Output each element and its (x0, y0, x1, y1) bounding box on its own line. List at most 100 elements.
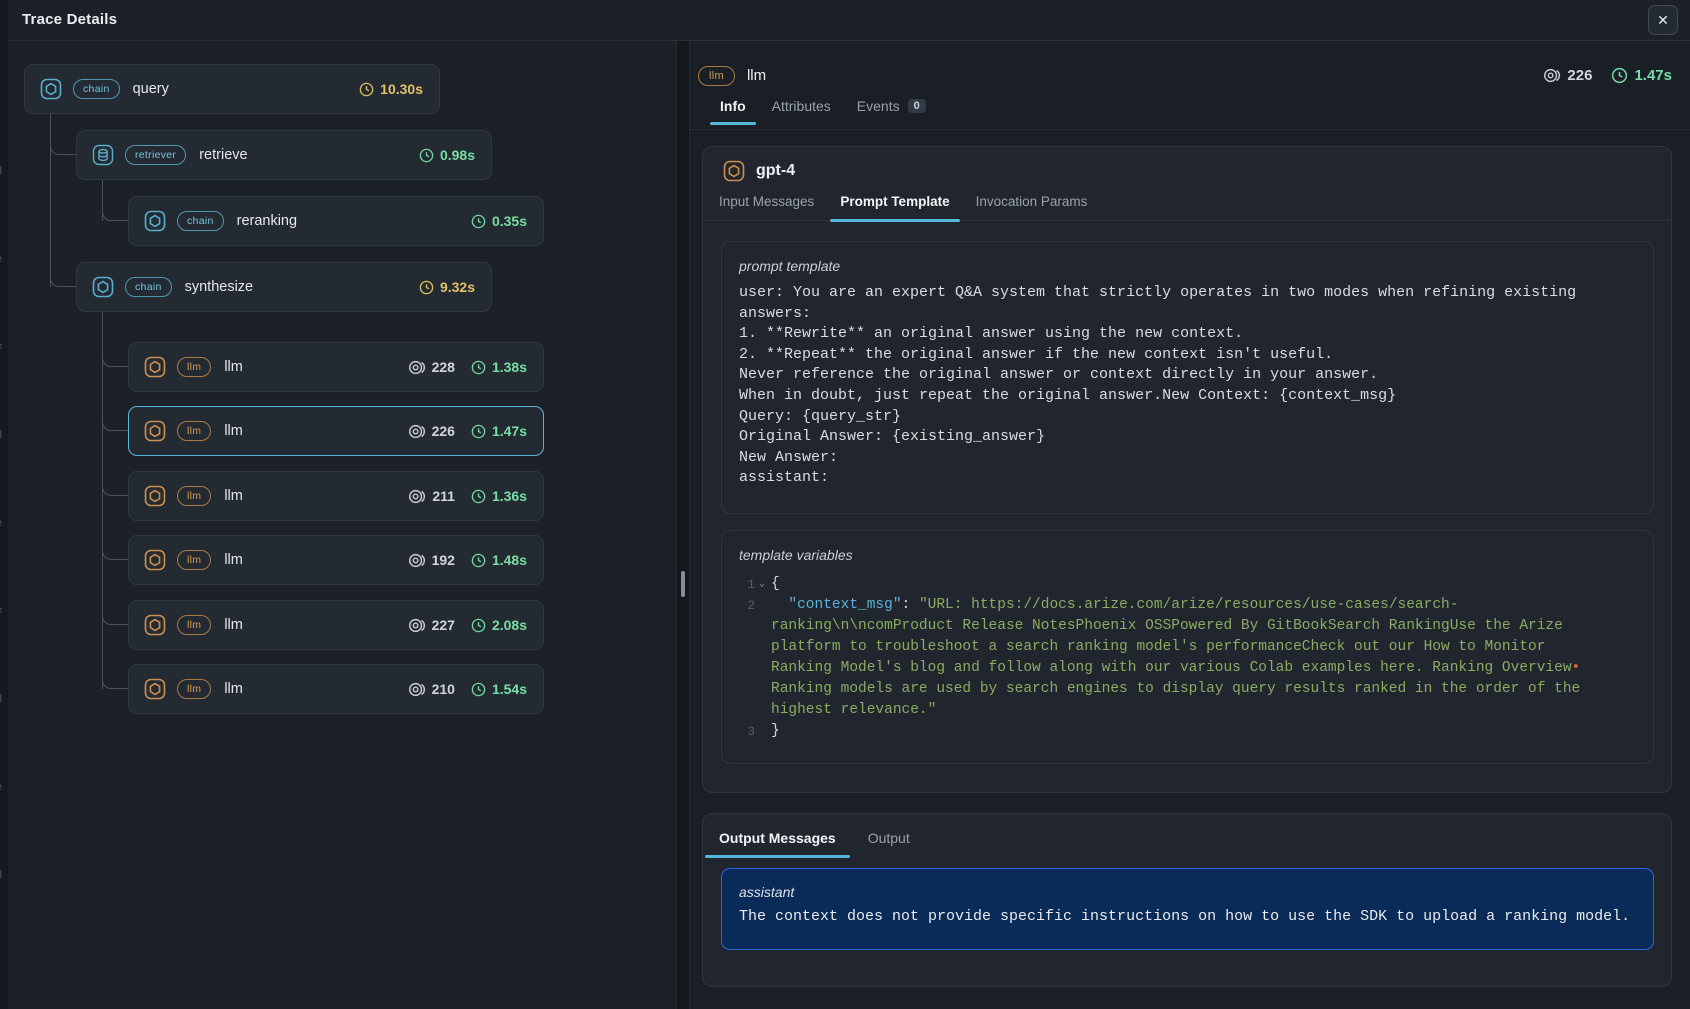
prompt-template-text: user: You are an expert Q&A system that … (739, 283, 1636, 489)
clock-icon (418, 147, 435, 164)
hexagon-icon (40, 78, 62, 100)
template-variables-label: template variables (739, 547, 1636, 563)
tree-connector (50, 99, 51, 287)
span-kind-chip: llm (177, 679, 211, 699)
span-kind-icon (144, 356, 166, 378)
span-detail-content: gpt-4 Input Messages Prompt Template Inv… (690, 130, 1690, 987)
token-icon (408, 551, 427, 570)
span-name: llm (224, 617, 243, 633)
duration: 1.54s (470, 681, 527, 698)
close-button[interactable]: ✕ (1648, 5, 1678, 35)
prompt-template-box: prompt template user: You are an expert … (721, 241, 1654, 514)
token-icon (408, 680, 427, 699)
duration: 1.47s (1610, 66, 1672, 85)
span-kind-chip: llm (177, 486, 211, 506)
page-title: Trace Details (22, 11, 117, 28)
span-name: reranking (237, 213, 297, 229)
span-kind-icon (92, 276, 114, 298)
tab-attributes[interactable]: Attributes (772, 98, 831, 123)
duration: 1.36s (470, 488, 527, 505)
tab-events[interactable]: Events 0 (857, 98, 926, 123)
clock-icon (358, 81, 375, 98)
span-detail-header: llm llm 226 1.47s (690, 41, 1690, 98)
hexagon-icon (144, 420, 166, 442)
panel-resize-divider[interactable] (676, 41, 690, 1009)
template-variables-code[interactable]: 1⌄{2 "context_msg": "URL: https://docs.a… (739, 574, 1636, 742)
duration: 2.08s (470, 617, 527, 634)
hexagon-icon (144, 678, 166, 700)
trace-tree-row[interactable]: chain query 10.30s (24, 64, 440, 114)
resize-handle[interactable] (681, 571, 685, 597)
token-count: 226 (1543, 66, 1592, 85)
tab-prompt-template[interactable]: Prompt Template (840, 194, 949, 220)
trace-tree-row[interactable]: llm llm 192 1.48s (128, 535, 544, 585)
trace-tree-row[interactable]: chain synthesize 9.32s (76, 262, 492, 312)
duration: 1.48s (470, 552, 527, 569)
clock-icon (418, 279, 435, 296)
output-tabs: Output Messages Output (703, 814, 1671, 856)
hexagon-icon (92, 276, 114, 298)
database-icon (92, 144, 114, 166)
message-text: The context does not provide specific in… (739, 908, 1636, 925)
message-role: assistant (739, 884, 1636, 900)
trace-tree-row[interactable]: llm llm 226 1.47s (128, 406, 544, 456)
tab-info[interactable]: Info (720, 98, 746, 123)
span-kind-icon (144, 420, 166, 442)
trace-details-window: de≡de≡ded Trace Details ✕ (0, 0, 1690, 1009)
token-count: 210 (408, 680, 455, 699)
tab-input-messages[interactable]: Input Messages (719, 194, 814, 220)
span-kind-icon (144, 549, 166, 571)
clock-icon (470, 681, 487, 698)
tab-output[interactable]: Output (868, 830, 910, 856)
events-count-badge: 0 (908, 99, 926, 113)
duration: 1.47s (470, 423, 527, 440)
tab-events-label: Events (857, 98, 900, 114)
span-kind-icon (40, 78, 62, 100)
span-kind-icon (144, 485, 166, 507)
token-count: 211 (408, 487, 455, 506)
span-name: llm (747, 67, 766, 84)
drawer-header: Trace Details ✕ (8, 0, 1690, 41)
token-icon (408, 487, 427, 506)
span-detail-tabs: Info Attributes Events 0 (690, 98, 1690, 130)
span-name: llm (224, 423, 243, 439)
span-name: llm (224, 552, 243, 568)
duration: 0.98s (418, 147, 475, 164)
span-kind-chip: llm (177, 615, 211, 635)
span-name: query (133, 81, 169, 97)
duration: 10.30s (358, 81, 423, 98)
trace-tree-row[interactable]: llm llm 228 1.38s (128, 342, 544, 392)
clock-icon (470, 423, 487, 440)
template-variables-box: template variables 1⌄{2 "context_msg": "… (721, 530, 1654, 764)
token-icon (408, 616, 427, 635)
trace-details-drawer: Trace Details ✕ c (8, 0, 1690, 1009)
span-name: llm (224, 359, 243, 375)
tab-output-messages[interactable]: Output Messages (719, 830, 836, 856)
span-kind-chip: llm (177, 421, 211, 441)
duration: 9.32s (418, 279, 475, 296)
clock-icon (470, 213, 487, 230)
tab-invocation-params[interactable]: Invocation Params (976, 194, 1088, 220)
clock-icon (1610, 66, 1629, 85)
span-kind-icon (144, 678, 166, 700)
model-tabs: Input Messages Prompt Template Invocatio… (703, 182, 1671, 221)
span-kind-chip: chain (73, 79, 120, 99)
hexagon-icon (144, 210, 166, 232)
span-kind-chip: chain (177, 211, 224, 231)
trace-tree-row[interactable]: chain reranking 0.35s (128, 196, 544, 246)
token-count: 228 (408, 358, 455, 377)
trace-tree-row[interactable]: retriever retrieve 0.98s (76, 130, 492, 180)
span-kind-chip: retriever (125, 145, 186, 165)
hexagon-icon (144, 614, 166, 636)
span-kind-chip: llm (177, 357, 211, 377)
clock-icon (470, 552, 487, 569)
span-name: llm (224, 488, 243, 504)
trace-tree-row[interactable]: llm llm 211 1.36s (128, 471, 544, 521)
background-page-sliver: de≡de≡ded (0, 0, 8, 1009)
trace-tree-row[interactable]: llm llm 227 2.08s (128, 600, 544, 650)
hexagon-icon (144, 485, 166, 507)
llm-span-card: gpt-4 Input Messages Prompt Template Inv… (702, 146, 1672, 793)
trace-tree-row[interactable]: llm llm 210 1.54s (128, 664, 544, 714)
token-icon (408, 422, 427, 441)
duration: 0.35s (470, 213, 527, 230)
